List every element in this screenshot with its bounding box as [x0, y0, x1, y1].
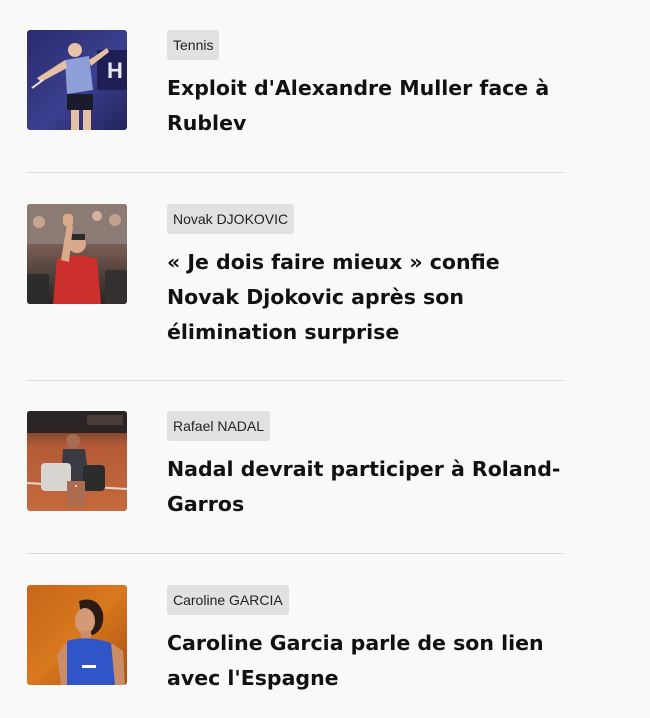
article-thumbnail[interactable]: H: [27, 30, 127, 130]
article-item[interactable]: Novak DJOKOVIC « Je dois faire mieux » c…: [27, 172, 564, 380]
article-thumbnail[interactable]: [27, 411, 127, 511]
article-thumbnail[interactable]: [27, 585, 127, 685]
article-item[interactable]: Caroline GARCIA Caroline Garcia parle de…: [27, 553, 564, 718]
article-item[interactable]: Rafael NADAL Nadal devrait participer à …: [27, 380, 564, 553]
category-tag[interactable]: Caroline GARCIA: [167, 585, 289, 615]
article-thumbnail[interactable]: [27, 204, 127, 304]
article-item[interactable]: H Tennis Exploit d'Alexandre Muller face…: [27, 0, 564, 172]
article-title[interactable]: Nadal devrait participer à Roland-Garros: [167, 452, 564, 522]
article-title[interactable]: Caroline Garcia parle de son lien avec l…: [167, 626, 564, 696]
svg-text:H: H: [107, 58, 123, 83]
category-tag[interactable]: Rafael NADAL: [167, 411, 271, 441]
article-list: H Tennis Exploit d'Alexandre Muller face…: [27, 0, 564, 718]
category-tag[interactable]: Tennis: [167, 30, 220, 60]
category-tag[interactable]: Novak DJOKOVIC: [167, 204, 295, 234]
article-title[interactable]: « Je dois faire mieux » confie Novak Djo…: [167, 245, 564, 350]
article-title[interactable]: Exploit d'Alexandre Muller face à Rublev: [167, 71, 564, 141]
